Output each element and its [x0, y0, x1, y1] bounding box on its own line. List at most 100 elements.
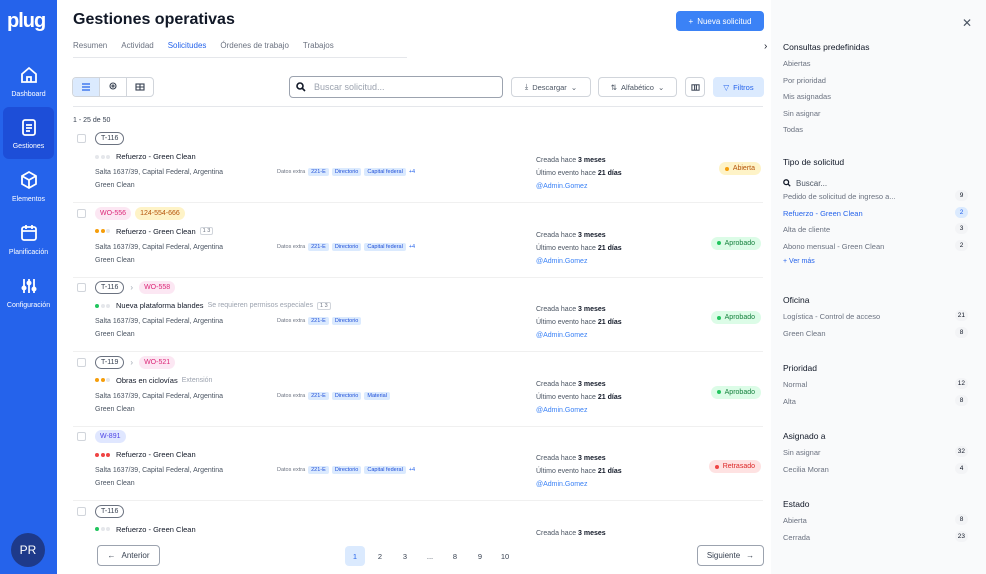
- event-line: Último evento hace 21 días: [536, 465, 622, 478]
- asignado-item[interactable]: Sin asignar 32: [783, 446, 968, 465]
- oficina-item[interactable]: Logística - Control de acceso 21: [783, 310, 968, 329]
- predefined-item[interactable]: Por prioridad: [783, 76, 968, 93]
- page-title: Gestiones operativas: [73, 11, 235, 28]
- code-badge[interactable]: WO-558: [139, 281, 176, 294]
- page-5[interactable]: 9: [470, 546, 490, 566]
- page-4[interactable]: 8: [445, 546, 465, 566]
- row-checkbox[interactable]: [77, 357, 86, 367]
- filter-icon: ▽: [723, 82, 730, 92]
- row-checkbox[interactable]: [77, 506, 86, 516]
- code-badge[interactable]: WO-556: [95, 206, 132, 220]
- row-checkbox[interactable]: [77, 208, 86, 218]
- assignee-link[interactable]: @Admin.Gomez: [536, 329, 622, 342]
- tab-4[interactable]: Trabajos: [303, 41, 334, 58]
- nav-elementos[interactable]: Elementos: [3, 160, 54, 212]
- page-3[interactable]: ...: [420, 546, 440, 566]
- show-more-link[interactable]: + Ver más: [783, 258, 968, 272]
- tag: Capital federal: [364, 168, 406, 176]
- row-meta: Creada hace 3 meses Último evento hace 21…: [536, 378, 622, 417]
- tipo-item[interactable]: Alta de cliente 3: [783, 223, 968, 242]
- code-badge[interactable]: W-891: [95, 430, 126, 443]
- oficina-item[interactable]: Green Clean 8: [783, 326, 968, 346]
- tab-2[interactable]: Solicitudes: [167, 41, 207, 58]
- asignado-item-label: Cecilia Moran: [783, 464, 829, 474]
- filters-label: Filtros: [733, 82, 754, 92]
- assignee-link[interactable]: @Admin.Gomez: [536, 255, 622, 268]
- nav-dashboard[interactable]: Dashboard: [3, 55, 54, 107]
- created-line: Creada hace 3 meses: [536, 229, 622, 242]
- type-search-placeholder: Buscar...: [796, 178, 828, 188]
- nav-configuracion[interactable]: Configuración: [3, 266, 54, 318]
- code-badge[interactable]: 124-554-666: [135, 206, 185, 220]
- tipo-item[interactable]: Refuerzo - Green Clean 2: [783, 206, 968, 226]
- count-badge: 21: [954, 310, 968, 321]
- code-badge[interactable]: T-116: [95, 281, 125, 294]
- row-title: Refuerzo - Green Clean 1 3: [95, 227, 214, 236]
- page-6[interactable]: 10: [495, 546, 515, 566]
- search-input[interactable]: [314, 82, 484, 92]
- row-checkbox[interactable]: [77, 432, 86, 441]
- predefined-item[interactable]: Todas: [783, 125, 968, 142]
- code-badge[interactable]: WO-521: [139, 355, 176, 369]
- filters-button[interactable]: ▽ Filtros: [713, 77, 764, 97]
- sliders-icon: [21, 278, 36, 293]
- predefined-item[interactable]: Abiertas: [783, 59, 968, 76]
- page-1[interactable]: 2: [370, 546, 390, 566]
- predefined-item[interactable]: Mis asignadas: [783, 92, 968, 109]
- more-tags[interactable]: +4: [409, 467, 415, 473]
- table-row[interactable]: T-116 Refuerzo - Green Clean Creada hace 3…: [73, 501, 763, 536]
- tab-0[interactable]: Resumen: [73, 41, 107, 58]
- next-button[interactable]: Siguiente →: [697, 545, 764, 566]
- more-tags[interactable]: +4: [409, 244, 415, 250]
- table-row[interactable]: T-119 › WO-521 Obras en ciclovías Extensión S…: [73, 352, 763, 427]
- code-badge[interactable]: T-116: [95, 132, 125, 145]
- nav-gestiones[interactable]: Gestiones: [3, 107, 54, 159]
- prioridad-item[interactable]: Alta 8: [783, 394, 968, 414]
- assignee-link[interactable]: @Admin.Gomez: [536, 404, 622, 417]
- asignado-item[interactable]: Cecilia Moran 4: [783, 462, 968, 482]
- table-row[interactable]: T-116 Refuerzo - Green Clean Salta 1637/39…: [73, 128, 763, 203]
- predefined-item[interactable]: Sin asignar: [783, 109, 968, 126]
- nav-label: Planificación: [8, 248, 49, 256]
- close-icon[interactable]: ✕: [962, 16, 972, 30]
- nav-planificacion[interactable]: Planificación: [3, 213, 54, 265]
- estado-item[interactable]: Abierta 8: [783, 514, 968, 533]
- table-view-button[interactable]: [127, 78, 153, 96]
- code-badge[interactable]: T-116: [95, 504, 125, 518]
- prioridad-item[interactable]: Normal 12: [783, 378, 968, 397]
- table-row[interactable]: W-891 Refuerzo - Green Clean Salta 1637/39…: [73, 426, 763, 501]
- tipo-item[interactable]: Abono mensual - Green Clean 2: [783, 239, 968, 259]
- type-search[interactable]: Buscar...: [783, 174, 968, 192]
- page-2[interactable]: 3: [395, 546, 415, 566]
- collapse-panel-icon[interactable]: ›: [764, 41, 767, 52]
- row-counter: 1 3: [199, 227, 214, 235]
- estado-item[interactable]: Cerrada 23: [783, 530, 968, 550]
- assignee-link[interactable]: @Admin.Gomez: [536, 180, 622, 193]
- row-checkbox[interactable]: [77, 283, 86, 292]
- prev-button[interactable]: ← Anterior: [97, 545, 160, 566]
- table-row[interactable]: WO-556 124-554-666 Refuerzo - Green Clean 1…: [73, 203, 763, 278]
- new-request-button[interactable]: + Nueva solicitud: [676, 11, 764, 31]
- tab-3[interactable]: Órdenes de trabajo: [220, 41, 289, 58]
- prioridad-item-label: Alta: [783, 396, 796, 406]
- row-checkbox[interactable]: [77, 134, 86, 143]
- page-0[interactable]: 1: [345, 546, 365, 566]
- row-address: Salta 1637/39, Capital Federal, Argentin…: [95, 315, 223, 341]
- avatar[interactable]: PR: [11, 533, 45, 567]
- status-badge: Aprobado: [710, 385, 761, 399]
- tipo-item[interactable]: Pedido de solicitud de ingreso a... 9: [783, 190, 968, 209]
- code-badge[interactable]: T-119: [95, 355, 125, 369]
- tab-1[interactable]: Actividad: [121, 41, 153, 58]
- tag: Directorio: [331, 466, 362, 474]
- assignee-link[interactable]: @Admin.Gomez: [536, 478, 622, 491]
- sort-select[interactable]: ⇅ Alfabético ⌄: [598, 77, 677, 97]
- table-row[interactable]: T-116 › WO-558 Nueva plataforma blandes Se r…: [73, 277, 763, 352]
- columns-button[interactable]: [685, 77, 705, 97]
- more-tags[interactable]: +4: [409, 169, 415, 175]
- download-button[interactable]: ⤓ Descargar ⌄: [511, 77, 591, 97]
- map-view-button[interactable]: [100, 78, 127, 96]
- row-title-text: Refuerzo - Green Clean: [116, 524, 196, 534]
- list-view-button[interactable]: [73, 78, 100, 96]
- section-title: Prioridad: [783, 363, 818, 373]
- event-prefix: Último evento hace: [536, 468, 596, 475]
